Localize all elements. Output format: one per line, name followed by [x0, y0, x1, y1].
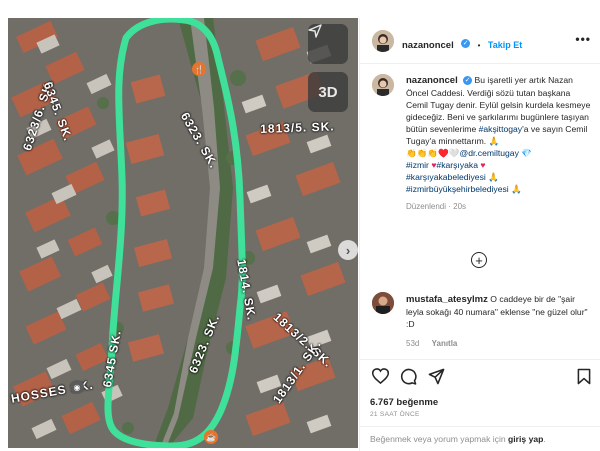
gem-emoji: 💎 [521, 148, 532, 158]
header-line: nazanoncel ✓ • Takip Et [402, 35, 522, 53]
avatar-image [372, 74, 394, 96]
comment-time: 53d [406, 339, 420, 348]
comment-username[interactable]: mustafa_atesylmz [406, 294, 488, 305]
post-header: nazanoncel ✓ • Takip Et ••• [360, 18, 600, 64]
save-bookmark-icon[interactable] [574, 366, 594, 386]
like-heart-icon[interactable] [370, 366, 390, 386]
likes-count[interactable]: 6.767 beğenme [370, 397, 438, 408]
edited-time: 20s [453, 202, 467, 211]
login-prompt-end: . [543, 434, 546, 444]
share-plane-icon[interactable] [426, 366, 446, 386]
verified-badge-icon: ✓ [461, 39, 471, 49]
camera-poi-icon[interactable]: ◉ [70, 380, 84, 394]
avatar-image [372, 292, 394, 314]
comment: mustafa_atesylmz O caddeye bir de "şair … [406, 293, 592, 350]
hashtag-izmir[interactable]: #izmir [406, 160, 429, 170]
locate-button[interactable] [308, 24, 348, 64]
pray-emoji: 🙏 [488, 172, 499, 182]
hashtag-izmirbuyuksehirbelediyesi[interactable]: #izmirbüyükşehirbelediyesi [406, 184, 509, 194]
pray-emoji: 🙏 [511, 184, 522, 194]
divider [360, 426, 600, 427]
comment-meta: 53d Yanıtla [406, 338, 592, 350]
avatar-image [372, 30, 394, 52]
follow-button[interactable]: Takip Et [488, 40, 522, 50]
hashtag-karsiyaka[interactable]: #karşıyaka [436, 160, 478, 170]
load-more-comments-icon[interactable]: + [471, 252, 487, 268]
street-label: 1813/5. SK. [260, 119, 335, 136]
navigation-arrow-icon [308, 24, 322, 38]
caption-username[interactable]: nazanoncel [406, 75, 458, 86]
caption-hashtag-akşittogay[interactable]: #akşittogay [479, 124, 522, 134]
action-bar [370, 366, 592, 386]
hashtag-karsiyakabelediyesi[interactable]: #karşıyakabelediyesi [406, 172, 486, 182]
author-username[interactable]: nazanoncel [402, 40, 454, 51]
post-image-map: 6323. SK. 6323. SK. 6323/6. SK. 6345. SK… [8, 18, 358, 448]
caption-avatar[interactable] [372, 74, 394, 96]
header-separator: • [477, 41, 481, 50]
divider [360, 359, 600, 360]
mention-drcemiltugay[interactable]: @dr.cemiltugay [460, 148, 519, 158]
author-avatar[interactable] [372, 30, 394, 52]
login-prompt: Beğenmek veya yorum yapmak için giriş ya… [370, 434, 546, 444]
restaurant-poi-icon[interactable]: 🍴 [192, 62, 206, 76]
screenshot-frame: 6323. SK. 6323. SK. 6323/6. SK. 6345. SK… [0, 0, 600, 451]
clap-emojis: 👏👏👏♥️🤍 [406, 148, 460, 158]
more-options-icon[interactable]: ••• [575, 32, 591, 46]
chevron-right-icon: › [345, 242, 351, 258]
reply-button[interactable]: Yanıtla [432, 339, 458, 348]
post-timestamp: 21 SAAT ÖNCE [370, 411, 420, 418]
caption-meta: Düzenlendi · 20s [406, 202, 467, 211]
commenter-avatar[interactable] [372, 292, 394, 314]
post-caption: nazanoncel ✓ Bu işaretli yer artık Nazan… [406, 74, 592, 213]
login-link[interactable]: giriş yap [508, 434, 543, 444]
food-poi-icon[interactable]: ☕ [204, 430, 218, 444]
post-side-panel: nazanoncel ✓ • Takip Et ••• nazanoncel ✓… [359, 18, 600, 451]
edited-label: Düzenlendi [406, 202, 447, 211]
heart-emoji: ♥ [480, 160, 486, 170]
login-prompt-text: Beğenmek veya yorum yapmak için [370, 434, 506, 444]
carousel-next-button[interactable]: › [338, 240, 358, 260]
3d-view-button[interactable]: 3D [308, 72, 348, 112]
verified-badge-icon: ✓ [463, 76, 473, 86]
comment-bubble-icon[interactable] [398, 366, 418, 386]
